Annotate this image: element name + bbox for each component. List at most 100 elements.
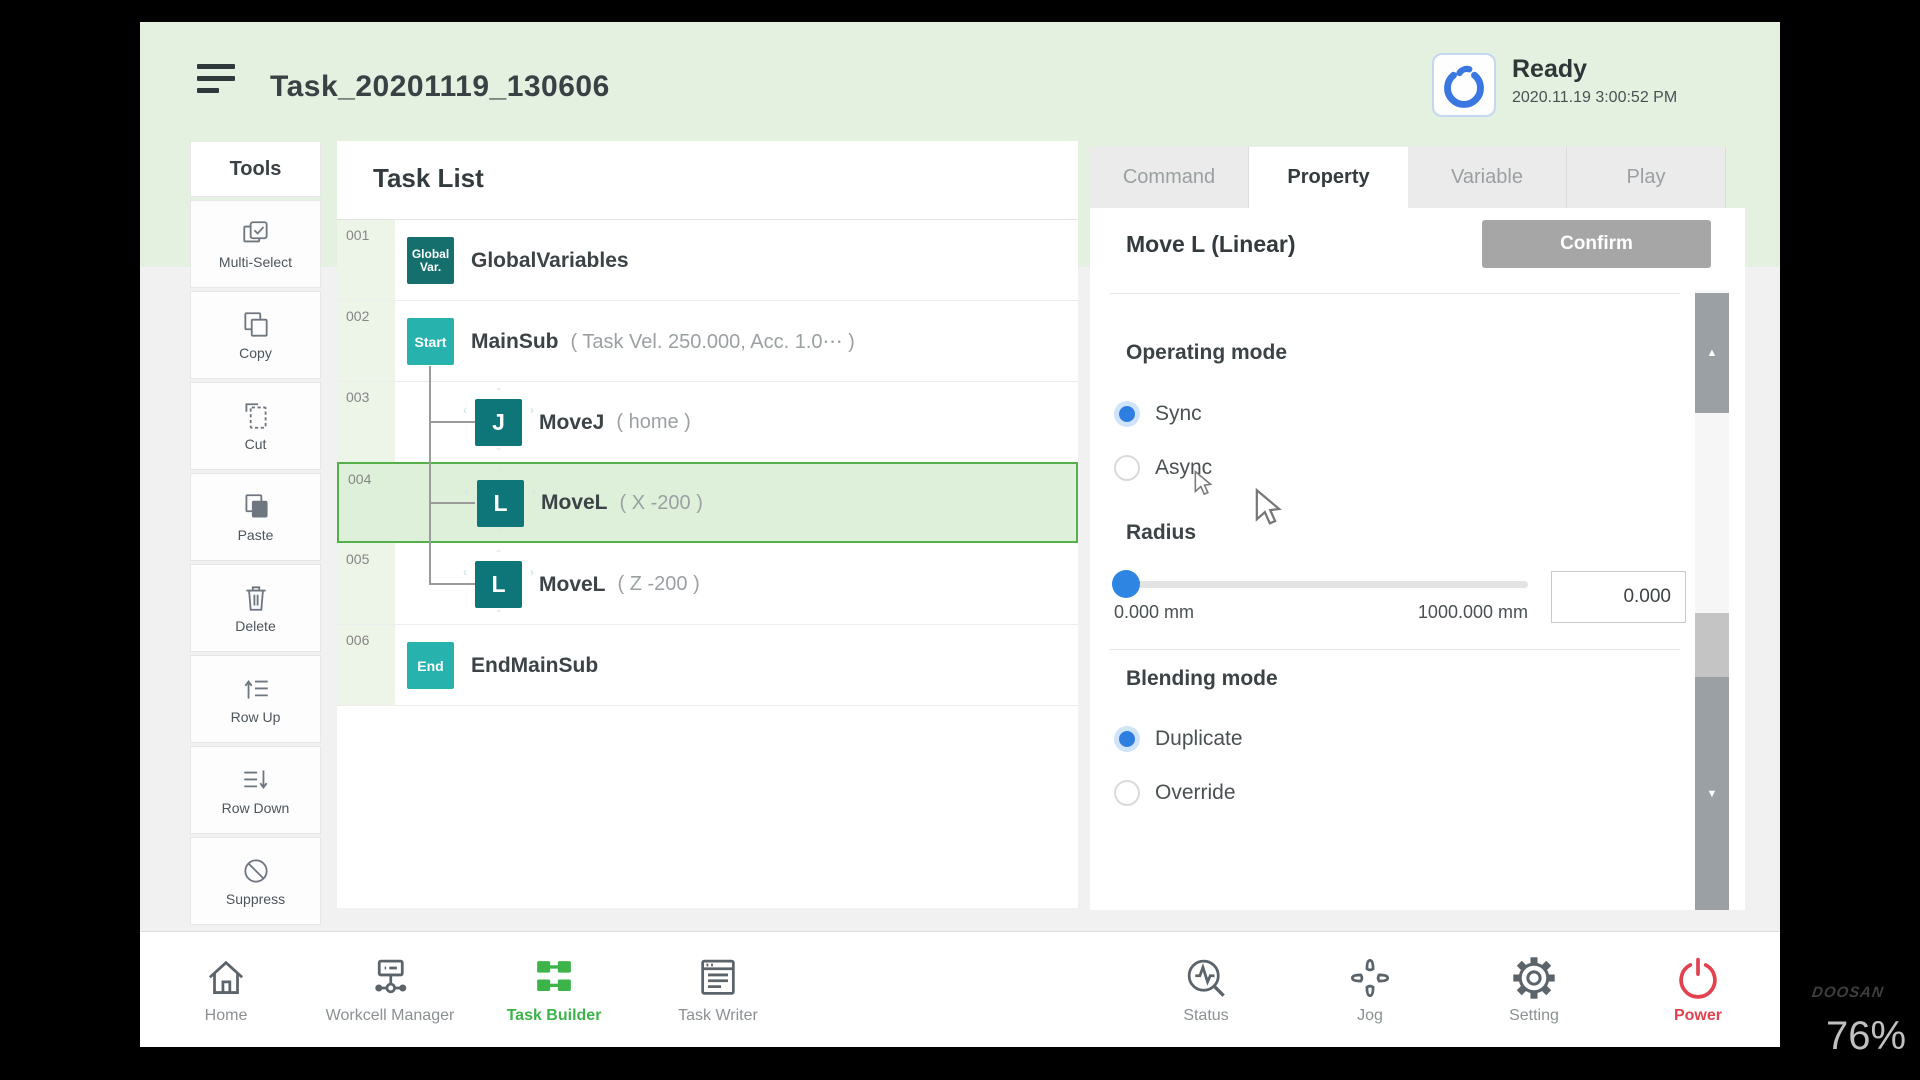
nav-setting[interactable]: Setting bbox=[1452, 932, 1616, 1047]
status-timestamp: 2020.11.19 3:00:52 PM bbox=[1512, 89, 1677, 107]
radius-min-label: 0.000 mm bbox=[1114, 602, 1194, 623]
cut-icon bbox=[240, 400, 272, 432]
task-row-params: ( Task Vel. 250.000, Acc. 1.0⋯ ) bbox=[571, 329, 855, 354]
tool-label: Delete bbox=[235, 618, 275, 634]
confirm-button[interactable]: Confirm bbox=[1482, 220, 1711, 268]
multi-select-button[interactable]: Multi-Select bbox=[190, 200, 321, 288]
task-row-name: MoveJ bbox=[539, 411, 604, 435]
tab-play[interactable]: Play bbox=[1567, 147, 1726, 208]
tool-label: Suppress bbox=[226, 891, 285, 907]
tool-label: Row Up bbox=[231, 709, 281, 725]
robot-status-button[interactable] bbox=[1432, 53, 1496, 117]
radius-slider-handle[interactable] bbox=[1112, 570, 1140, 598]
radius-label: Radius bbox=[1126, 521, 1196, 545]
task-row-name: MoveL bbox=[541, 491, 608, 515]
app-window: Task_20201119_130606 Ready 2020.11.19 3:… bbox=[140, 22, 1780, 1047]
task-builder-icon bbox=[531, 955, 577, 1001]
movel-badge: L ‹›ˆˇ bbox=[477, 480, 524, 527]
tool-label: Row Down bbox=[222, 800, 290, 816]
row-number: 006 bbox=[346, 632, 369, 648]
tools-panel-title: Tools bbox=[190, 141, 321, 197]
hamburger-menu-icon[interactable] bbox=[197, 64, 237, 102]
task-list-panel: Task List 001 GlobalVar. GlobalVariables… bbox=[337, 141, 1078, 908]
radio-selected-icon bbox=[1114, 401, 1140, 427]
row-down-button[interactable]: Row Down bbox=[190, 746, 321, 834]
task-row-name: EndMainSub bbox=[471, 654, 598, 678]
task-row-name: GlobalVariables bbox=[471, 249, 629, 273]
tree-connector-vertical bbox=[429, 366, 431, 584]
tab-command[interactable]: Command bbox=[1090, 147, 1249, 208]
divider bbox=[1110, 649, 1680, 650]
power-icon bbox=[1675, 955, 1721, 1001]
tool-label: Cut bbox=[245, 436, 267, 452]
nav-jog[interactable]: Jog bbox=[1288, 932, 1452, 1047]
nav-workcell-manager[interactable]: Workcell Manager bbox=[308, 932, 472, 1047]
tab-filler bbox=[1726, 147, 1745, 208]
radio-override[interactable]: Override bbox=[1114, 778, 1236, 808]
task-row-params: ( Z -200 ) bbox=[618, 573, 700, 596]
radio-selected-icon bbox=[1114, 726, 1140, 752]
tools-panel: Tools Multi-Select Copy Cut bbox=[190, 141, 321, 925]
radius-value-input[interactable] bbox=[1551, 571, 1686, 623]
row-up-icon bbox=[240, 673, 272, 705]
nav-task-builder[interactable]: Task Builder bbox=[472, 932, 636, 1047]
row-number: 003 bbox=[346, 389, 369, 405]
scrollbar-up-thumb[interactable]: ▲ bbox=[1695, 293, 1729, 413]
home-icon bbox=[203, 955, 249, 1001]
radius-slider-track[interactable] bbox=[1114, 581, 1528, 588]
status-icon bbox=[1183, 955, 1229, 1001]
property-tabs: Command Property Variable Play bbox=[1090, 147, 1745, 208]
row-number: 002 bbox=[346, 308, 369, 324]
tool-label: Multi-Select bbox=[219, 254, 292, 270]
nav-home[interactable]: Home bbox=[144, 932, 308, 1047]
radio-unselected-icon bbox=[1114, 780, 1140, 806]
nav-power[interactable]: Power bbox=[1616, 932, 1780, 1047]
divider bbox=[1110, 293, 1680, 294]
task-list-title: Task List bbox=[373, 163, 484, 194]
cut-button[interactable]: Cut bbox=[190, 382, 321, 470]
scrollbar-down-thumb[interactable]: ▼ bbox=[1695, 677, 1729, 910]
global-var-badge: GlobalVar. bbox=[407, 237, 454, 284]
task-row-params: ( home ) bbox=[616, 411, 690, 434]
radio-async[interactable]: Async bbox=[1114, 453, 1212, 483]
robot-gripper-icon bbox=[1434, 55, 1494, 115]
bottom-nav: Home Workcell Manager bbox=[140, 931, 1780, 1047]
tool-label: Paste bbox=[238, 527, 274, 543]
start-badge: Start bbox=[407, 318, 454, 365]
movej-badge: J ‹›ˆˇ bbox=[475, 399, 522, 446]
radio-duplicate[interactable]: Duplicate bbox=[1114, 724, 1243, 754]
task-row-name: MoveL bbox=[539, 573, 606, 597]
tool-label: Copy bbox=[239, 345, 272, 361]
nav-task-writer[interactable]: Task Writer bbox=[636, 932, 800, 1047]
task-row-globalvariables[interactable]: 001 GlobalVar. GlobalVariables bbox=[337, 220, 1078, 301]
tab-variable[interactable]: Variable bbox=[1408, 147, 1567, 208]
overlay-percent: 76% bbox=[1826, 1014, 1906, 1059]
task-row-name: MainSub bbox=[471, 330, 559, 354]
tab-property[interactable]: Property bbox=[1249, 147, 1408, 208]
radio-unselected-icon bbox=[1114, 455, 1140, 481]
tree-connector bbox=[429, 583, 475, 585]
copy-button[interactable]: Copy bbox=[190, 291, 321, 379]
status-ready-label: Ready bbox=[1512, 55, 1677, 84]
delete-icon bbox=[240, 582, 272, 614]
tree-connector bbox=[429, 502, 475, 504]
paste-button[interactable]: Paste bbox=[190, 473, 321, 561]
suppress-icon bbox=[240, 855, 272, 887]
command-title: Move L (Linear) bbox=[1126, 231, 1296, 258]
radius-max-label: 1000.000 mm bbox=[1400, 602, 1528, 623]
delete-button[interactable]: Delete bbox=[190, 564, 321, 652]
row-up-button[interactable]: Row Up bbox=[190, 655, 321, 743]
row-number: 001 bbox=[346, 227, 369, 243]
radio-sync[interactable]: Sync bbox=[1114, 399, 1202, 429]
suppress-button[interactable]: Suppress bbox=[190, 837, 321, 925]
doosan-watermark: DOOSAN bbox=[1811, 984, 1885, 1001]
task-row-endmainsub[interactable]: 006 End EndMainSub bbox=[337, 625, 1078, 706]
operating-mode-label: Operating mode bbox=[1126, 341, 1287, 365]
task-row-mainsub[interactable]: 002 Start MainSub ( Task Vel. 250.000, A… bbox=[337, 301, 1078, 382]
tree-connector bbox=[429, 421, 475, 423]
workcell-manager-icon bbox=[367, 955, 413, 1001]
nav-status[interactable]: Status bbox=[1124, 932, 1288, 1047]
setting-icon bbox=[1511, 955, 1557, 1001]
page-title: Task_20201119_130606 bbox=[270, 70, 610, 104]
property-scrollbar[interactable]: ▲ ▼ bbox=[1695, 290, 1729, 910]
